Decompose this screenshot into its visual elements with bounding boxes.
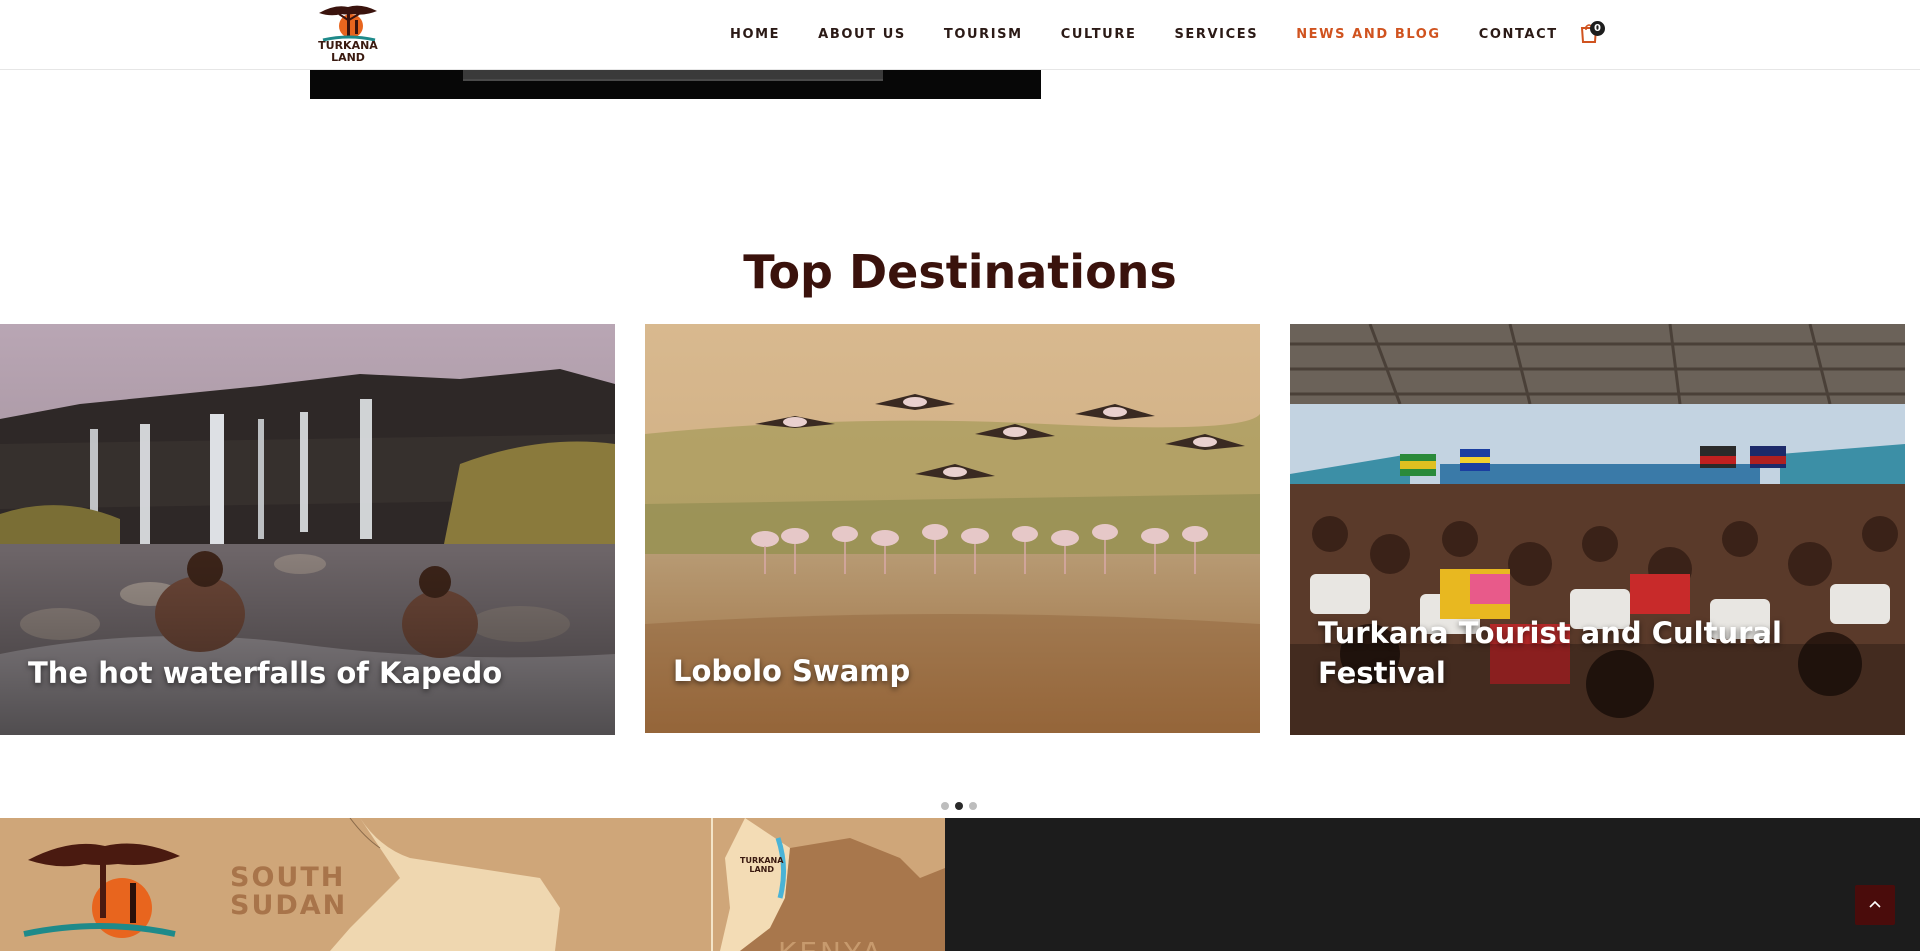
nav-services[interactable]: SERVICES bbox=[1174, 27, 1258, 42]
map-small-logo-line2: LAND bbox=[749, 865, 774, 874]
destination-title[interactable]: Lobolo Swamp bbox=[673, 651, 1232, 691]
section-title: Top Destinations bbox=[743, 245, 1177, 299]
site-logo[interactable]: TURKANA LAND bbox=[313, 0, 383, 69]
video-player[interactable] bbox=[310, 69, 1041, 99]
site-header: TURKANA LAND HOME ABOUT US TOURISM CULTU… bbox=[0, 0, 1920, 70]
map-tree-logo-icon bbox=[23, 843, 180, 938]
scroll-to-top-button[interactable] bbox=[1855, 885, 1895, 925]
destination-card-cultural-festival[interactable]: Turkana Tourist and Cultural Festival bbox=[1290, 324, 1905, 735]
carousel-dot-3[interactable] bbox=[969, 802, 977, 810]
logo-text-line2: LAND bbox=[331, 51, 365, 64]
turkana-map: SOUTH SUDAN TURKANA LAND KENYA bbox=[0, 818, 945, 951]
footer-dark-panel bbox=[945, 818, 1920, 951]
main-nav: HOME ABOUT US TOURISM CULTURE SERVICES N… bbox=[730, 0, 1596, 69]
map-label-kenya: KENYA bbox=[778, 936, 884, 951]
destination-card-kapedo[interactable]: The hot waterfalls of Kapedo bbox=[0, 324, 615, 735]
nav-contact[interactable]: CONTACT bbox=[1479, 27, 1558, 42]
destination-card-lobolo-swamp[interactable]: Lobolo Swamp bbox=[645, 324, 1260, 733]
destination-title[interactable]: The hot waterfalls of Kapedo bbox=[28, 653, 587, 693]
map-label-sudan: SUDAN bbox=[230, 890, 348, 921]
map-small-logo-line1: TURKANA bbox=[740, 856, 784, 865]
destination-title[interactable]: Turkana Tourist and Cultural Festival bbox=[1318, 613, 1877, 693]
logo-text: TURKANA LAND bbox=[317, 40, 379, 64]
carousel-pagination bbox=[941, 802, 977, 810]
nav-home[interactable]: HOME bbox=[730, 27, 780, 42]
nav-culture[interactable]: CULTURE bbox=[1061, 27, 1137, 42]
nav-tourism[interactable]: TOURISM bbox=[944, 27, 1023, 42]
nav-about-us[interactable]: ABOUT US bbox=[818, 27, 906, 42]
video-caption-bar bbox=[463, 69, 883, 81]
carousel-dot-2[interactable] bbox=[955, 802, 963, 810]
acacia-tree-logo-icon bbox=[319, 5, 377, 42]
cart-count-badge: 0 bbox=[1590, 21, 1605, 36]
map-small-logo: TURKANA LAND bbox=[740, 856, 783, 874]
nav-news-and-blog[interactable]: NEWS AND BLOG bbox=[1296, 27, 1441, 42]
map-illustration bbox=[23, 818, 945, 951]
carousel-dot-1[interactable] bbox=[941, 802, 949, 810]
map-label-south: SOUTH bbox=[230, 862, 346, 893]
map-label-south-sudan: SOUTH SUDAN bbox=[230, 864, 347, 920]
chevron-up-icon bbox=[1869, 900, 1881, 908]
